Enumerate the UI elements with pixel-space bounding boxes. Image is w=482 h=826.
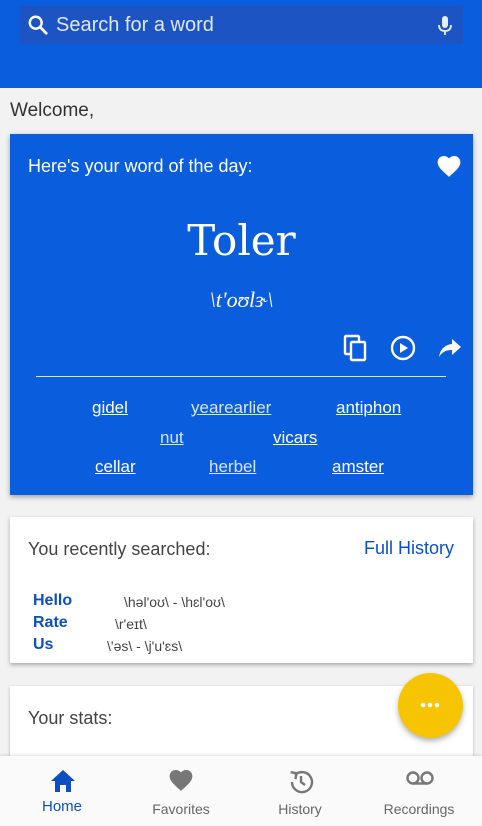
nav-home-label: Home (41, 798, 82, 815)
history-word[interactable]: Hello (33, 592, 72, 610)
nav-recordings-label: Recordings (383, 801, 455, 817)
related-word[interactable]: amster (332, 457, 384, 477)
share-icon[interactable] (436, 334, 464, 362)
word-of-day: Toler (187, 216, 296, 265)
stats-title: Your stats: (28, 708, 113, 728)
history-pronunciation: \r'eɪt\ (115, 616, 147, 632)
bottom-navigation: Home Favorites History Recordings (0, 756, 482, 826)
play-icon[interactable] (389, 334, 417, 362)
search-bar[interactable] (19, 6, 463, 44)
recent-searches-title: You recently searched: (28, 539, 211, 559)
microphone-icon[interactable] (436, 15, 454, 37)
more-options-button[interactable] (398, 673, 463, 738)
nav-history[interactable]: History (240, 756, 360, 826)
nav-home[interactable]: Home (2, 756, 122, 826)
full-history-link[interactable]: Full History (364, 538, 454, 559)
copy-icon[interactable] (342, 334, 370, 362)
history-icon (290, 770, 314, 794)
more-horizontal-icon (420, 702, 440, 708)
search-input[interactable] (56, 10, 426, 40)
recent-searches-card: You recently searched: Full History Hell… (10, 517, 473, 663)
nav-favorites[interactable]: Favorites (121, 756, 241, 826)
nav-recordings[interactable]: Recordings (359, 756, 479, 826)
related-word[interactable]: cellar (95, 457, 136, 477)
heart-icon (169, 770, 193, 791)
word-of-day-card: Here's your word of the day: Toler \t'oʊ… (10, 134, 473, 495)
history-pronunciation: \'əs\ - \j'u'ɛs\ (107, 638, 183, 654)
related-word[interactable]: gidel (92, 398, 128, 418)
related-word[interactable]: nut (160, 428, 184, 448)
search-icon (28, 15, 48, 35)
word-pronunciation: \t'oʊlɝ\ (209, 287, 274, 312)
voicemail-icon (406, 771, 434, 785)
welcome-text: Welcome, (10, 100, 95, 121)
related-word[interactable]: yearearlier (191, 398, 271, 418)
app-header (0, 0, 482, 88)
heart-icon[interactable] (436, 154, 462, 178)
related-word[interactable]: herbel (209, 457, 256, 477)
nav-favorites-label: Favorites (152, 801, 210, 817)
home-icon (51, 770, 75, 792)
related-word[interactable]: vicars (273, 428, 317, 448)
related-word[interactable]: antiphon (336, 398, 401, 418)
history-word[interactable]: Us (33, 636, 53, 654)
card-divider (36, 376, 446, 377)
history-pronunciation: \həl'oʊ\ - \hɛl'oʊ\ (124, 594, 225, 610)
history-word[interactable]: Rate (33, 614, 68, 632)
word-of-day-intro: Here's your word of the day: (28, 156, 253, 176)
nav-history-label: History (278, 801, 322, 817)
